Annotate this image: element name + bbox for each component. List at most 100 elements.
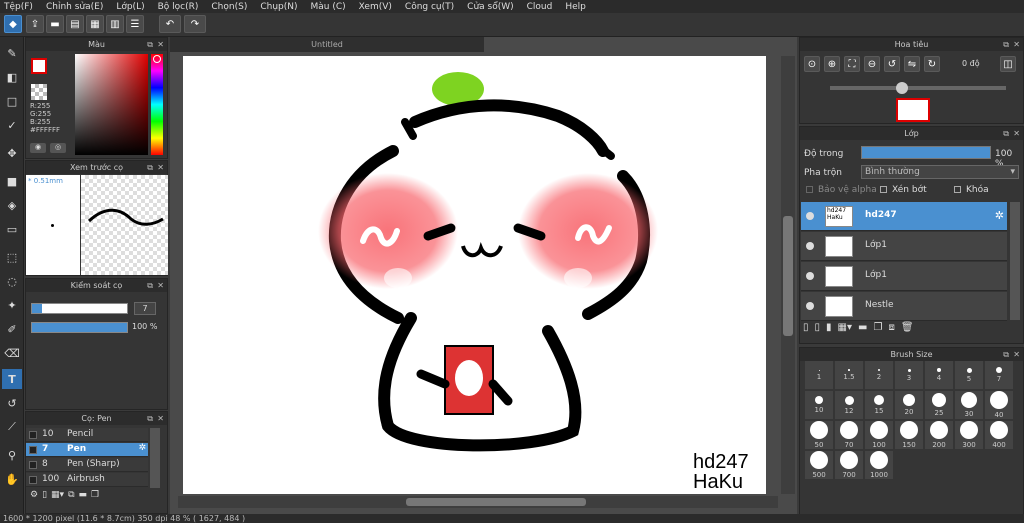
eye-icon[interactable] <box>806 272 814 280</box>
export-icon[interactable]: ⇪ <box>26 15 44 33</box>
brush-size-cell[interactable]: 50 <box>805 421 833 449</box>
brush-size-cell[interactable]: 1000 <box>865 451 893 479</box>
menu-item[interactable]: Tệp(F) <box>4 2 33 12</box>
brush-tool-icon[interactable]: ✎ <box>2 43 22 63</box>
document-tab[interactable]: Untitled <box>170 37 484 52</box>
eraser-tool-icon[interactable]: ◧ <box>2 67 22 87</box>
eye-icon[interactable] <box>806 302 814 310</box>
folder-icon[interactable]: ▬ <box>79 490 88 508</box>
layer-row-selected[interactable]: hd247 HaKu hd247 ✲ <box>801 202 1007 231</box>
canvas-vertical-scrollbar[interactable] <box>781 56 795 494</box>
eye-icon[interactable] <box>806 242 814 250</box>
float-icon[interactable]: ⧉ <box>147 38 153 51</box>
brush-size-input[interactable]: 7 <box>134 302 156 315</box>
brush-item-selected[interactable]: 7 Pen ✲ <box>26 443 148 457</box>
brush-size-cell[interactable]: 1.5 <box>835 361 863 389</box>
brush-size-cell[interactable]: 4 <box>925 361 953 389</box>
float-icon[interactable]: ⧉ <box>1003 348 1009 361</box>
brush-size-cell[interactable]: 25 <box>925 391 953 419</box>
brush-size-cell[interactable]: 70 <box>835 421 863 449</box>
bucket-tool-icon[interactable]: ◈ <box>2 195 22 215</box>
menu-item[interactable]: Bộ lọc(R) <box>158 2 199 12</box>
zoom-in-icon[interactable]: ⊕ <box>824 56 840 72</box>
layers-scrollbar[interactable] <box>1010 202 1020 320</box>
wand-tool-icon[interactable]: ✦ <box>2 295 22 315</box>
brush-size-cell[interactable]: 20 <box>895 391 923 419</box>
close-icon[interactable]: ✕ <box>157 38 164 51</box>
menu-item[interactable]: Help <box>565 2 586 12</box>
folder-icon[interactable]: ▬ <box>858 322 867 340</box>
clipping-checkbox[interactable] <box>880 186 887 193</box>
delete-layer-icon[interactable]: 🗑 <box>901 322 914 340</box>
brush-size-cell[interactable]: 7 <box>985 361 1013 389</box>
brush-size-cell[interactable]: 1 <box>805 361 833 389</box>
menu-item[interactable]: Chụp(N) <box>260 2 297 12</box>
gear-icon[interactable]: ✲ <box>138 443 146 453</box>
chat-icon[interactable]: ▤ <box>66 15 84 33</box>
close-icon[interactable]: ✕ <box>1013 38 1020 51</box>
fill-rect-tool-icon[interactable]: ■ <box>2 171 22 191</box>
brush-opacity-slider[interactable] <box>31 322 128 333</box>
close-icon[interactable]: ✕ <box>1013 348 1020 361</box>
comment-icon[interactable]: ▬ <box>46 15 64 33</box>
menu-item[interactable]: Lớp(L) <box>116 2 144 12</box>
close-icon[interactable]: ✕ <box>157 412 164 425</box>
brush-size-cell[interactable]: 40 <box>985 391 1013 419</box>
brush-size-cell[interactable]: 700 <box>835 451 863 479</box>
divide-tool-icon[interactable]: ⟋ <box>2 417 22 437</box>
layer-menu-icon[interactable]: ▦▾ <box>838 322 852 340</box>
brush-size-cell[interactable]: 500 <box>805 451 833 479</box>
brush-list-scrollbar[interactable] <box>150 428 160 488</box>
menu-item[interactable]: Cloud <box>527 2 553 12</box>
hue-slider[interactable] <box>151 54 163 155</box>
canvas-horizontal-scrollbar[interactable] <box>178 496 778 508</box>
rotate-right-icon[interactable]: ↻ <box>924 56 940 72</box>
menu-item[interactable]: Công cụ(T) <box>405 2 454 12</box>
move-tool-icon[interactable]: ✥ <box>2 143 22 163</box>
brush-size-slider[interactable] <box>31 303 128 314</box>
layer-row[interactable]: Nestle <box>801 292 1007 321</box>
brush-size-cell[interactable]: 2 <box>865 361 893 389</box>
redo-icon[interactable]: ↷ <box>184 15 206 33</box>
close-icon[interactable]: ✕ <box>157 161 164 174</box>
duplicate-icon[interactable]: ❐ <box>91 490 99 508</box>
layer-row[interactable]: Lớp1 <box>801 232 1007 261</box>
eye-icon[interactable] <box>806 212 814 220</box>
blend-mode-select[interactable]: Bình thường ▾ <box>861 165 1019 179</box>
float-icon[interactable]: ⧉ <box>147 161 153 174</box>
protect-alpha-checkbox[interactable] <box>806 186 813 193</box>
navigator-menu-icon[interactable]: ◫ <box>1000 56 1016 72</box>
gradient-tool-icon[interactable]: ▭ <box>2 219 22 239</box>
color-mode-button[interactable]: ◉ <box>30 143 46 153</box>
brush-size-cell[interactable]: 15 <box>865 391 893 419</box>
select-tool-icon[interactable]: ⬚ <box>2 247 22 267</box>
grid-icon[interactable]: ▥ <box>106 15 124 33</box>
menu-item[interactable]: Màu (C) <box>311 2 346 12</box>
zoom-fit-icon[interactable]: ⊙ <box>804 56 820 72</box>
text-tool-icon[interactable]: T <box>2 369 22 389</box>
brush-size-cell[interactable]: 30 <box>955 391 983 419</box>
undo-icon[interactable]: ↶ <box>159 15 181 33</box>
new-layer-alt-icon[interactable]: ▯ <box>815 322 821 340</box>
float-icon[interactable]: ⧉ <box>1003 38 1009 51</box>
copy-brush-icon[interactable]: ⧉ <box>68 490 74 508</box>
brush-size-cell[interactable]: 3 <box>895 361 923 389</box>
brush-size-cell[interactable]: 300 <box>955 421 983 449</box>
float-icon[interactable]: ⧉ <box>147 279 153 292</box>
foreground-color-swatch[interactable] <box>31 58 47 74</box>
fit-window-icon[interactable]: ⛶ <box>844 56 860 72</box>
brush-size-cell[interactable]: 10 <box>805 391 833 419</box>
eyedropper-tool-icon[interactable]: ⚲ <box>2 445 22 465</box>
brush-size-cell[interactable]: 150 <box>895 421 923 449</box>
transparent-color-swatch[interactable] <box>31 84 47 100</box>
zoom-slider[interactable] <box>830 82 1006 94</box>
lasso-tool-icon[interactable]: ◌ <box>2 271 22 291</box>
close-icon[interactable]: ✕ <box>157 279 164 292</box>
gear-icon[interactable]: ✲ <box>995 209 1004 222</box>
new-layer-half-icon[interactable]: ▮ <box>826 322 832 340</box>
brush-item[interactable]: 100 Airbrush <box>26 473 148 487</box>
color-swap-button[interactable]: ◎ <box>50 143 66 153</box>
menu-item[interactable]: Cửa sổ(W) <box>467 2 513 12</box>
rotate-left-icon[interactable]: ↺ <box>884 56 900 72</box>
select-eraser-tool-icon[interactable]: ⌫ <box>2 343 22 363</box>
